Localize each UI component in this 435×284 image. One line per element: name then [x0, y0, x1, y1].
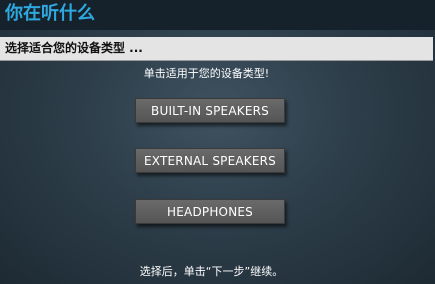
footer-hint: 选择后，单击“下一步”继续。	[139, 265, 284, 278]
window-title: 你在听什么	[5, 3, 95, 24]
built-in-speakers-button[interactable]: BUILT-IN SPEAKERS	[135, 98, 285, 123]
external-speakers-button[interactable]: EXTERNAL SPEAKERS	[135, 148, 285, 173]
section-header-label: 选择适合您的设备类型 ...	[5, 41, 143, 55]
headphones-button[interactable]: HEADPHONES	[135, 199, 285, 224]
section-header: 选择适合您的设备类型 ...	[0, 37, 433, 61]
instruction-text: 单击适用于您的设备类型!	[143, 67, 270, 80]
title-bar: 你在听什么	[0, 0, 435, 30]
